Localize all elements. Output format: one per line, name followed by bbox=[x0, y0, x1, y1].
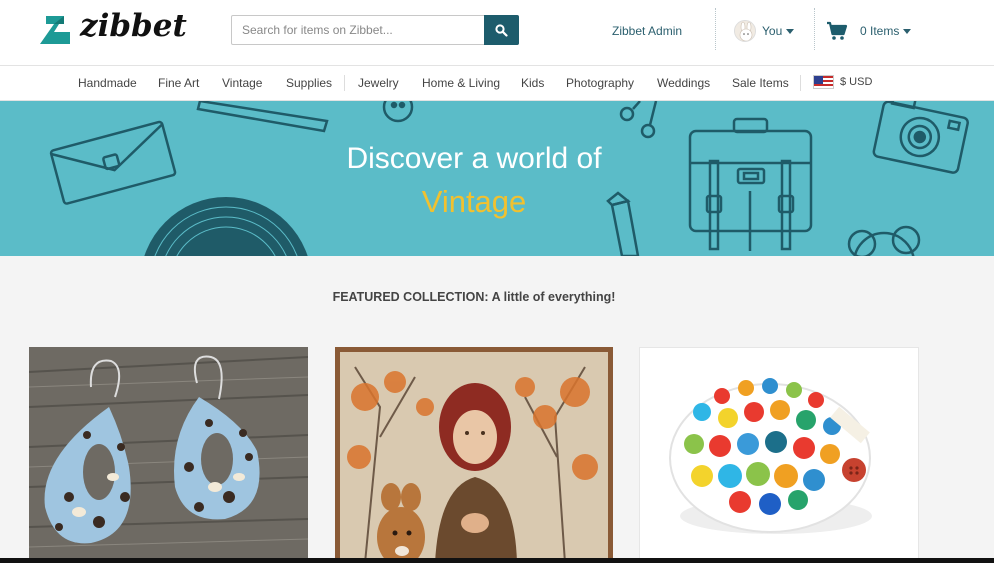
cart-button[interactable]: 0 Items bbox=[826, 18, 912, 44]
search-button[interactable] bbox=[484, 15, 519, 45]
logo-wordmark: zibbet bbox=[80, 8, 187, 44]
polka-dot-tape-measure-photo bbox=[640, 348, 918, 562]
currency-label: $ USD bbox=[840, 76, 873, 88]
nav-item-fine-art[interactable]: Fine Art bbox=[158, 76, 199, 90]
camera-icon bbox=[872, 101, 969, 174]
user-menu-label: You bbox=[762, 24, 783, 38]
category-nav: Handmade Fine Art Vintage Supplies Jewel… bbox=[0, 66, 994, 101]
zibbet-logo-icon bbox=[40, 16, 70, 44]
us-flag-icon bbox=[813, 75, 834, 89]
hero-banner[interactable]: Discover a world of Vintage bbox=[0, 101, 994, 256]
hero-headline: Discover a world of bbox=[346, 142, 602, 175]
nav-item-supplies[interactable]: Supplies bbox=[286, 76, 332, 90]
site-logo[interactable]: zibbet bbox=[40, 8, 187, 50]
featured-collection-title: FEATURED COLLECTION: A little of everyth… bbox=[332, 290, 616, 304]
nav-item-sale-items[interactable]: Sale Items bbox=[732, 76, 789, 90]
chevron-down-icon bbox=[903, 28, 912, 34]
nav-item-home-living[interactable]: Home & Living bbox=[422, 76, 500, 90]
cart-label: 0 Items bbox=[860, 24, 900, 38]
app-root: zibbet Zibbet Admin bbox=[0, 0, 994, 563]
leather-earrings-photo bbox=[29, 347, 308, 563]
search-icon bbox=[495, 23, 508, 37]
vintage-illustrations bbox=[49, 101, 969, 256]
header-divider bbox=[715, 8, 716, 50]
header-divider bbox=[814, 8, 815, 50]
search-bar bbox=[231, 15, 519, 45]
bunny-avatar-icon bbox=[735, 21, 755, 41]
teddy-bear-icon bbox=[847, 225, 921, 256]
nav-item-weddings[interactable]: Weddings bbox=[657, 76, 710, 90]
product-card[interactable] bbox=[335, 347, 613, 563]
hero-highlight: Vintage bbox=[421, 184, 527, 219]
nav-item-kids[interactable]: Kids bbox=[521, 76, 544, 90]
nav-divider bbox=[800, 75, 801, 91]
vinyl-record-icon bbox=[144, 197, 308, 256]
cart-icon bbox=[827, 21, 848, 40]
product-card[interactable] bbox=[29, 347, 308, 563]
user-menu[interactable]: You bbox=[734, 17, 795, 45]
clutch-bag-icon bbox=[49, 120, 177, 205]
chevron-down-icon bbox=[786, 28, 795, 34]
product-card[interactable] bbox=[639, 347, 919, 563]
admin-link[interactable]: Zibbet Admin bbox=[612, 24, 682, 38]
window-bottom-edge bbox=[0, 558, 994, 563]
nav-item-jewelry[interactable]: Jewelry bbox=[358, 76, 399, 90]
vintage-girl-with-fawn-painting bbox=[335, 347, 613, 563]
currency-selector[interactable]: $ USD bbox=[813, 75, 872, 89]
button-icon bbox=[382, 101, 414, 123]
nav-item-photography[interactable]: Photography bbox=[566, 76, 634, 90]
backpack-icon bbox=[688, 117, 813, 251]
site-header: zibbet Zibbet Admin bbox=[0, 0, 994, 66]
nav-item-vintage[interactable]: Vintage bbox=[222, 76, 262, 90]
avatar bbox=[734, 20, 756, 42]
ruler-icon bbox=[196, 101, 329, 133]
nav-divider bbox=[344, 75, 345, 91]
scissors-icon bbox=[619, 101, 658, 139]
search-input[interactable] bbox=[232, 16, 484, 44]
nav-item-handmade[interactable]: Handmade bbox=[78, 76, 137, 90]
